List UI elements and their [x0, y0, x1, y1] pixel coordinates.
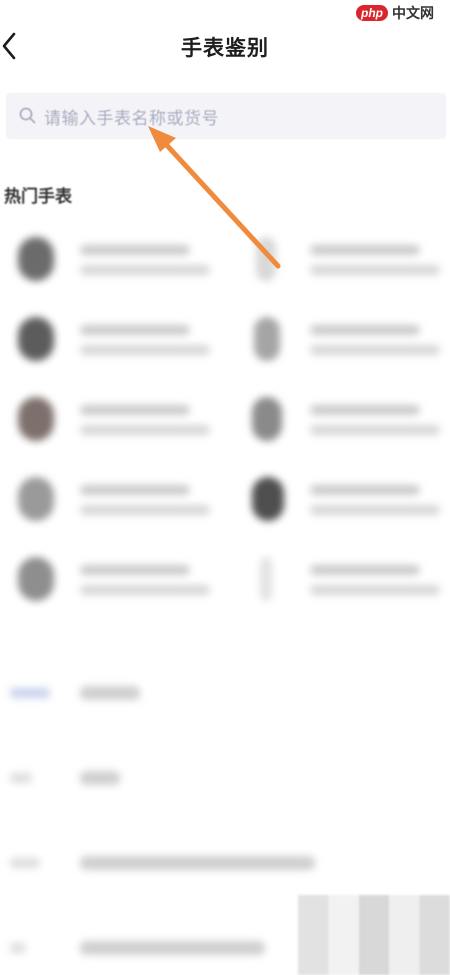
watch-thumbnail	[18, 237, 54, 281]
search-icon	[19, 107, 36, 124]
watch-thumbnail	[252, 397, 282, 441]
list-item[interactable]	[0, 745, 450, 815]
watch-item[interactable]	[0, 545, 220, 615]
watch-item[interactable]	[230, 225, 450, 295]
watch-subtitle	[80, 345, 210, 355]
watch-name	[80, 485, 190, 495]
list-item[interactable]	[0, 830, 450, 900]
watch-item[interactable]	[230, 465, 450, 535]
watch-thumbnail	[256, 237, 276, 281]
watch-item[interactable]	[0, 225, 220, 295]
watch-item[interactable]	[0, 305, 220, 375]
watermark-text: 中文网	[392, 6, 434, 22]
watermark-logo: php	[356, 5, 388, 21]
watch-subtitle	[80, 265, 210, 275]
watch-subtitle	[80, 585, 210, 595]
watch-name	[80, 325, 190, 335]
watch-name	[310, 485, 420, 495]
watch-name	[80, 405, 190, 415]
watch-name	[310, 565, 420, 575]
list-item-icon	[10, 773, 32, 783]
watch-item[interactable]	[230, 545, 450, 615]
watch-name	[310, 245, 420, 255]
watch-name	[80, 245, 190, 255]
watch-subtitle	[310, 425, 440, 435]
watch-item[interactable]	[230, 305, 450, 375]
watch-subtitle	[80, 425, 210, 435]
search-input[interactable]: 请输入手表名称或货号	[6, 93, 446, 139]
list-item-label	[80, 856, 315, 870]
site-watermark: php 中文网	[350, 0, 450, 26]
list-item-label	[80, 686, 140, 700]
watch-thumbnail	[18, 397, 54, 441]
search-placeholder: 请输入手表名称或货号	[44, 108, 219, 129]
section-title-hot-watches: 热门手表	[4, 187, 72, 207]
list-item-label	[80, 941, 265, 955]
list-item-icon	[10, 858, 40, 868]
watch-thumbnail	[260, 557, 272, 601]
list-item-icon	[10, 943, 26, 953]
list-item[interactable]	[0, 660, 450, 730]
watch-thumbnail	[254, 317, 280, 361]
mosaic-overlay	[298, 895, 450, 975]
watch-thumbnail	[18, 557, 54, 601]
page-title: 手表鉴别	[181, 36, 269, 60]
watch-item[interactable]	[230, 385, 450, 455]
watch-subtitle	[310, 585, 440, 595]
watch-name	[80, 565, 190, 575]
watch-item[interactable]	[0, 385, 220, 455]
list-item-icon	[10, 688, 50, 698]
watch-subtitle	[310, 265, 440, 275]
watch-subtitle	[310, 345, 440, 355]
watch-thumbnail	[252, 477, 284, 521]
watch-subtitle	[80, 505, 210, 515]
watch-item[interactable]	[0, 465, 220, 535]
watch-name	[310, 325, 420, 335]
watch-thumbnail	[18, 317, 54, 361]
watch-thumbnail	[18, 477, 54, 521]
watch-name	[310, 405, 420, 415]
list-item-label	[80, 771, 120, 785]
watch-subtitle	[310, 505, 440, 515]
